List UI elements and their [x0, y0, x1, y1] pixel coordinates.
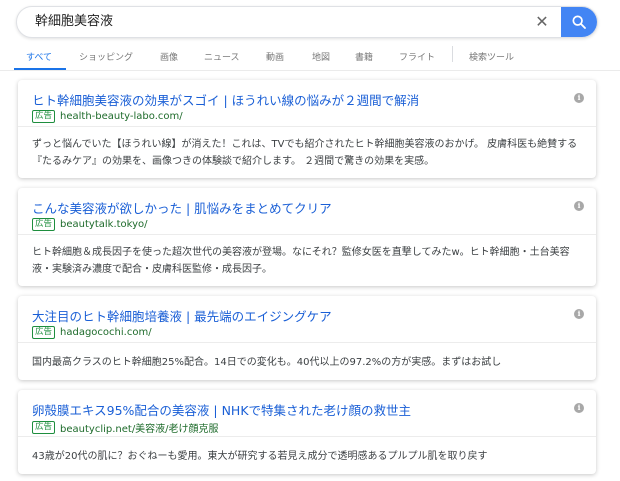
ad-badge: 広告: [32, 110, 56, 123]
tabs-divider: [0, 70, 620, 71]
info-icon[interactable]: i: [574, 309, 584, 319]
ad-result: ヒト幹細胞美容液の効果がスゴイ | ほうれい線の悩みが２週間で解消 i 広告 h…: [18, 80, 596, 178]
ad-description: ずっと悩んでいた【ほうれい線】が消えた！これは、TVでも紹介されたヒト幹細胞美容…: [32, 139, 578, 167]
search-icon: [572, 15, 586, 29]
tab-flights[interactable]: フライト: [399, 50, 435, 63]
ad-url-row: 広告 beautyclip.net/美容液/老け顔克服: [32, 420, 219, 435]
tab-videos[interactable]: 動画: [266, 50, 284, 63]
search-box[interactable]: 幹細胞美容液 ✕: [16, 6, 598, 38]
ad-result: 大注目のヒト幹細胞培養液 | 最先端のエイジングケア i 広告 hadagoco…: [18, 296, 596, 380]
ad-title-link[interactable]: ヒト幹細胞美容液の効果がスゴイ | ほうれい線の悩みが２週間で解消: [32, 90, 419, 109]
search-input[interactable]: 幹細胞美容液: [35, 7, 113, 37]
ad-divider: [18, 342, 596, 343]
ad-description: 43歳が20代の肌に？おぐねーも愛用。東大が研究する若見え成分で透明感あるプルプ…: [32, 451, 488, 462]
ad-badge: 広告: [32, 218, 56, 231]
tab-maps[interactable]: 地図: [312, 50, 330, 63]
ad-title-link[interactable]: 卵殻膜エキス95%配合の美容液 | NHKで特集された老け顔の救世主: [32, 400, 411, 419]
ad-url-row: 広告 hadagocochi.com/: [32, 326, 152, 339]
tab-books[interactable]: 書籍: [355, 50, 373, 63]
tab-shopping[interactable]: ショッピング: [79, 50, 133, 63]
close-icon[interactable]: ✕: [531, 7, 553, 37]
tab-news[interactable]: ニュース: [204, 50, 240, 63]
ad-title-link[interactable]: 大注目のヒト幹細胞培養液 | 最先端のエイジングケア: [32, 306, 332, 325]
ad-divider: [18, 436, 596, 437]
ad-result: 卵殻膜エキス95%配合の美容液 | NHKで特集された老け顔の救世主 i 広告 …: [18, 390, 596, 474]
ad-result: こんな美容液が欲しかった | 肌悩みをまとめてクリア i 広告 beautyta…: [18, 188, 596, 286]
ad-badge: 広告: [32, 326, 56, 339]
tabs-separator: [452, 46, 453, 62]
tab-images[interactable]: 画像: [160, 50, 178, 63]
info-icon[interactable]: i: [574, 93, 584, 103]
tab-all[interactable]: すべて: [26, 50, 52, 63]
search-button[interactable]: [561, 7, 597, 37]
info-icon[interactable]: i: [574, 201, 584, 211]
ad-url-row: 広告 beautytalk.tokyo/: [32, 218, 148, 231]
ad-description: 国内最高クラスのヒト幹細胞25%配合。14日での変化も。40代以上の97.2%の…: [32, 357, 502, 368]
ad-divider: [18, 126, 596, 127]
info-icon[interactable]: i: [574, 403, 584, 413]
ad-url-row: 広告 health-beauty-labo.com/: [32, 110, 183, 123]
ad-description: ヒト幹細胞＆成長因子を使った超次世代の美容液が登場。なにそれ？監修女医を直撃して…: [32, 247, 570, 275]
ad-url[interactable]: hadagocochi.com/: [60, 327, 152, 338]
ad-url[interactable]: beautytalk.tokyo/: [60, 219, 147, 230]
tab-search-tools[interactable]: 検索ツール: [469, 50, 514, 63]
ad-badge: 広告: [32, 421, 56, 434]
ad-title-link[interactable]: こんな美容液が欲しかった | 肌悩みをまとめてクリア: [32, 198, 332, 217]
ad-url[interactable]: beautyclip.net/美容液/老け顔克服: [60, 420, 219, 435]
search-tabs: すべて ショッピング 画像 ニュース 動画 地図 書籍 フライト 検索ツール: [0, 44, 620, 72]
ad-divider: [18, 234, 596, 235]
ad-url[interactable]: health-beauty-labo.com/: [60, 111, 183, 122]
